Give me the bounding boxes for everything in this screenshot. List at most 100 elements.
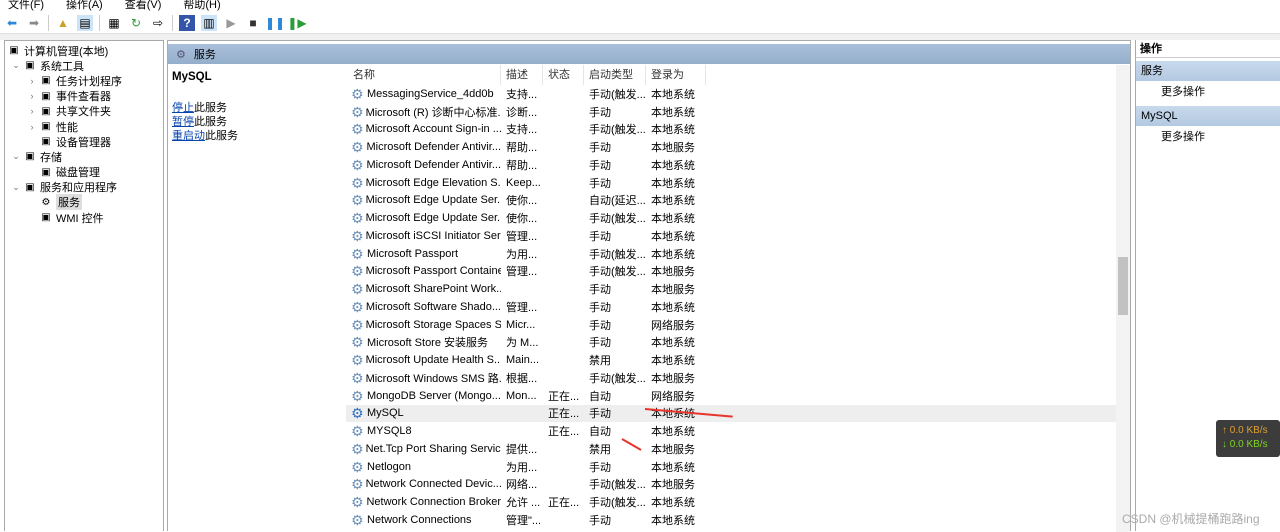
service-row[interactable]: ⚙ Microsoft Edge Update Ser... 使你... 手动(触… <box>346 209 1116 227</box>
show-action-pane-icon[interactable]: ▥ <box>201 14 217 31</box>
service-row[interactable]: ⚙ Microsoft Defender Antivir... 帮助... 手动 … <box>346 156 1116 174</box>
service-status: 正在... <box>548 408 580 421</box>
column-description[interactable]: 描述 <box>501 65 543 85</box>
tree-item[interactable]: › ▣ 任务计划程序 <box>5 73 163 88</box>
tree-item[interactable]: ▣ WMI 控件 <box>5 210 163 225</box>
service-row[interactable]: ⚙ Microsoft Passport Container 管理... 手动(触… <box>346 263 1116 281</box>
service-name-text: Microsoft Account Sign-in ... <box>365 123 501 136</box>
service-log-on-as: 本地系统 <box>651 195 695 208</box>
service-row[interactable]: ⚙ Net.Tcp Port Sharing Service 提供... 禁用 本… <box>346 440 1116 458</box>
storage-icon: ▣ <box>25 151 35 163</box>
service-row[interactable]: ⚙ Microsoft Edge Update Ser... 使你... 自动(延… <box>346 192 1116 210</box>
service-row[interactable]: ⚙ Microsoft Store 安装服务 为 M... 手动 本地系统 <box>346 334 1116 352</box>
service-row[interactable]: ⚙ Network Connection Broker 允许 ... 正在... … <box>346 493 1116 511</box>
service-row[interactable]: ⚙ Microsoft Storage Spaces S... Micr... 手… <box>346 316 1116 334</box>
service-startup-type: 手动(触发... <box>589 497 646 510</box>
tree-item[interactable]: ▣ 计算机管理(本地) <box>5 43 163 58</box>
column-startup-type[interactable]: 启动类型 <box>584 65 646 85</box>
service-row[interactable]: ⚙ Microsoft Edge Elevation S... Keep... 手… <box>346 174 1116 192</box>
service-gear-icon: ⚙ <box>351 477 364 492</box>
services-panel: ⚙ 服务 MySQL 停止此服务 暂停此服务 重启动此服务 名称 描述 状态 启… <box>167 40 1131 532</box>
tree-item-label: 计算机管理(本地) <box>24 45 109 58</box>
service-startup-type: 手动 <box>589 106 611 119</box>
service-row[interactable]: ⚙ MessagingService_4dd0b 支持... 手动(触发... 本… <box>346 85 1116 103</box>
tree-item-label: 事件查看器 <box>56 91 111 104</box>
menu-file[interactable]: 文件(F) <box>8 0 44 11</box>
properties-icon[interactable]: ▦ <box>106 15 122 31</box>
service-row[interactable]: ⚙ Microsoft Defender Antivir... 帮助... 手动 … <box>346 138 1116 156</box>
service-name: ⚙ Microsoft Defender Antivir... <box>346 158 501 172</box>
tree-item[interactable]: › ▣ 共享文件夹 <box>5 104 163 119</box>
tree-item[interactable]: ⚙ 服务 <box>5 194 163 211</box>
expander-icon[interactable]: › <box>27 91 37 101</box>
actions-section-services[interactable]: 服务 <box>1136 61 1280 81</box>
service-row[interactable]: ⚙ MySQL 正在... 手动 本地系统 <box>346 404 1116 423</box>
tree-item[interactable]: ⌄ ▣ 存储 <box>5 149 163 164</box>
column-log-on-as[interactable]: 登录为 <box>646 65 706 85</box>
tree-item[interactable]: › ▣ 性能 <box>5 119 163 134</box>
menu-view[interactable]: 查看(V) <box>125 0 162 11</box>
service-name-text: Microsoft Update Health S... <box>365 354 501 367</box>
service-name: ⚙ Microsoft iSCSI Initiator Ser... <box>346 229 501 243</box>
forward-icon[interactable]: ➡ <box>26 15 42 31</box>
start-icon[interactable]: ▶ <box>223 15 239 31</box>
up-folder-icon[interactable]: ▲ <box>55 15 71 31</box>
export-icon[interactable]: ⇨ <box>150 15 166 31</box>
service-description: Keep... <box>506 176 541 189</box>
tree-item[interactable]: ▣ 设备管理器 <box>5 134 163 149</box>
back-icon[interactable]: ⬅ <box>4 15 20 31</box>
refresh-icon[interactable]: ↻ <box>128 15 144 31</box>
service-row[interactable]: ⚙ MongoDB Server (Mongo... Mon... 正在... 自… <box>346 387 1116 405</box>
help-icon[interactable]: ? <box>179 14 195 31</box>
service-row[interactable]: ⚙ Microsoft (R) 诊断中心标准... 诊断... 手动 本地系统 <box>346 103 1116 121</box>
show-tree-icon[interactable]: ▤ <box>77 14 93 31</box>
service-log-on-as: 本地系统 <box>651 514 695 527</box>
expander-icon[interactable]: ⌄ <box>11 60 21 71</box>
service-row[interactable]: ⚙ Microsoft Software Shado... 管理... 手动 本地… <box>346 298 1116 316</box>
down-arrow-icon: ↓ <box>1222 439 1230 450</box>
service-row[interactable]: ⚙ Microsoft Passport 为用... 手动(触发... 本地系统 <box>346 245 1116 263</box>
menu-action[interactable]: 操作(A) <box>66 0 103 11</box>
more-actions-services[interactable]: 更多操作 <box>1136 81 1280 103</box>
restart-icon[interactable]: ❚▶ <box>287 15 306 31</box>
service-row[interactable]: ⚙ Netlogon 为用... 手动 本地系统 <box>346 458 1116 476</box>
scrollbar-thumb[interactable] <box>1118 257 1128 315</box>
stop-icon[interactable]: ■ <box>245 15 261 31</box>
service-row[interactable]: ⚙ Network Connections 管理"... 手动 本地系统 <box>346 511 1116 529</box>
service-log-on-as: 本地系统 <box>651 337 695 350</box>
gear-icon: ⚙ <box>41 196 51 208</box>
pause-icon[interactable]: ❚❚ <box>265 15 285 31</box>
wmi-icon: ▣ <box>41 212 51 224</box>
column-name[interactable]: 名称 <box>346 65 501 85</box>
service-row[interactable]: ⚙ Microsoft Windows SMS 路... 根据... 手动(触发.… <box>346 369 1116 387</box>
restart-service-link[interactable]: 重启动 <box>172 130 205 142</box>
expander-icon[interactable]: › <box>27 76 37 86</box>
service-row[interactable]: ⚙ Microsoft iSCSI Initiator Ser... 管理... … <box>346 227 1116 245</box>
menu-help[interactable]: 帮助(H) <box>183 0 220 11</box>
service-row[interactable]: ⚙ Microsoft SharePoint Work... 手动 本地服务 <box>346 280 1116 298</box>
service-gear-icon: ⚙ <box>351 353 364 368</box>
tree-item[interactable]: ⌄ ▣ 系统工具 <box>5 58 163 73</box>
service-gear-icon: ⚙ <box>351 193 364 208</box>
tree-item[interactable]: ▣ 磁盘管理 <box>5 165 163 180</box>
expander-icon[interactable]: ⌄ <box>11 151 21 162</box>
tree-item-label: 设备管理器 <box>56 136 111 149</box>
expander-icon[interactable]: ⌄ <box>11 182 21 193</box>
tree-item[interactable]: › ▣ 事件查看器 <box>5 89 163 104</box>
service-log-on-as: 本地系统 <box>651 106 695 119</box>
column-status[interactable]: 状态 <box>543 65 584 85</box>
expander-icon[interactable]: › <box>27 122 37 132</box>
service-row[interactable]: ⚙ Microsoft Update Health S... Main... 禁用… <box>346 351 1116 369</box>
actions-section-mysql[interactable]: MySQL <box>1136 106 1280 126</box>
service-row[interactable]: ⚙ Network Connected Devic... 网络... 手动(触发.… <box>346 476 1116 494</box>
service-gear-icon: ⚙ <box>351 211 364 226</box>
service-name: ⚙ Microsoft Edge Elevation S... <box>346 176 501 190</box>
service-row[interactable]: ⚙ MYSQL8 正在... 自动 本地系统 <box>346 422 1116 440</box>
service-row[interactable]: ⚙ Microsoft Account Sign-in ... 支持... 手动(… <box>346 121 1116 139</box>
vertical-scrollbar[interactable] <box>1116 65 1130 532</box>
tree-item[interactable]: ⌄ ▣ 服务和应用程序 <box>5 180 163 195</box>
expander-icon[interactable]: › <box>27 106 37 116</box>
service-name: ⚙ Microsoft Defender Antivir... <box>346 140 501 154</box>
service-startup-type: 手动(触发... <box>589 88 646 101</box>
more-actions-mysql[interactable]: 更多操作 <box>1136 126 1280 148</box>
